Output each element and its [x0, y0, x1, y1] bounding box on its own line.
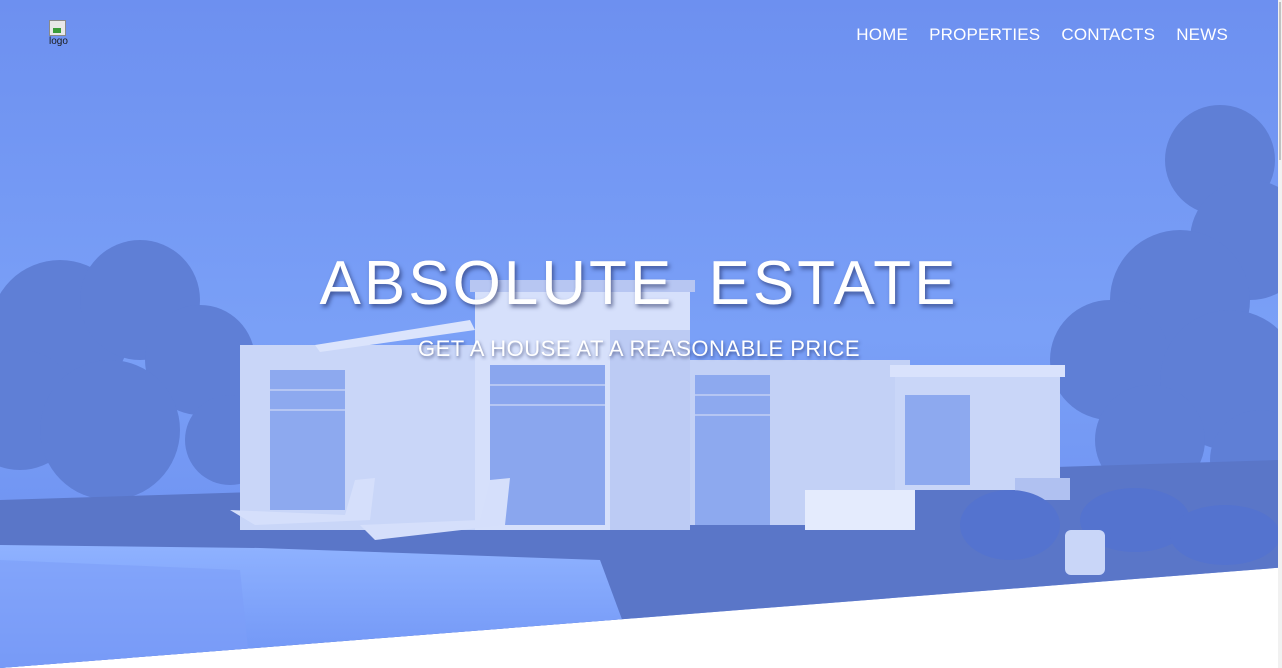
broken-image-icon: [49, 20, 66, 36]
main-nav: HOME PROPERTIES CONTACTS NEWS: [856, 25, 1228, 45]
nav-properties-link[interactable]: PROPERTIES: [929, 25, 1040, 45]
nav-news-link[interactable]: NEWS: [1176, 25, 1228, 45]
hero-background-image: [0, 0, 1278, 668]
top-navigation-bar: logo HOME PROPERTIES CONTACTS NEWS: [0, 0, 1278, 70]
hero-title: ABSOLUTE ESTATE: [319, 249, 959, 318]
hero-subtitle: GET A HOUSE AT A REASONABLE PRICE: [418, 336, 860, 361]
scrollbar-thumb[interactable]: [1279, 2, 1281, 160]
logo-alt-text: logo: [49, 36, 68, 47]
nav-home-link[interactable]: HOME: [856, 25, 908, 45]
hero-section: logo HOME PROPERTIES CONTACTS NEWS ABSOL…: [0, 0, 1278, 668]
logo-image[interactable]: logo: [49, 20, 71, 48]
page-scrollbar[interactable]: [1278, 0, 1282, 668]
nav-contacts-link[interactable]: CONTACTS: [1061, 25, 1155, 45]
